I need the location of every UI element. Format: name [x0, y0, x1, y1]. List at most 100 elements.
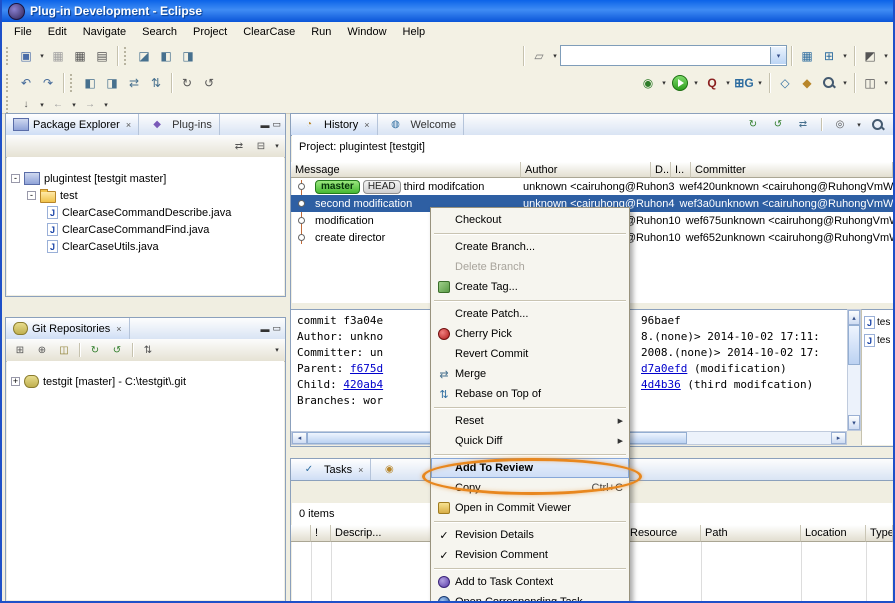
tree-item-repository[interactable]: + testgit [master] - C:\testgit\.git	[7, 373, 284, 390]
changed-file-item[interactable]: J tes	[862, 331, 894, 349]
menu-project[interactable]: Project	[185, 24, 235, 40]
history-nav-icon[interactable]: ↻	[176, 72, 198, 93]
child-commit-link[interactable]: 4d4b36	[641, 378, 681, 391]
menu-edit[interactable]: Edit	[40, 24, 75, 40]
menu-item-revert-commit[interactable]: Revert Commit	[431, 344, 629, 364]
open-perspective-icon[interactable]: ◩	[859, 45, 881, 66]
fetch-history-icon[interactable]: ↺	[767, 118, 789, 132]
new-package-icon[interactable]: ◆	[796, 72, 818, 93]
column-header-blank[interactable]	[291, 525, 311, 542]
tree-item-file[interactable]: J ClearCaseCommandFind.java	[7, 221, 284, 238]
run-dropdown-icon[interactable]: ▾	[691, 72, 701, 93]
forward-icon[interactable]: →	[79, 98, 101, 112]
maximize-icon[interactable]: ▭	[272, 323, 281, 334]
tree-item-project[interactable]: - plugintest [testgit master]	[7, 170, 284, 187]
search-dropdown-icon[interactable]: ▾	[840, 72, 850, 93]
print-icon[interactable]: ▤	[91, 45, 113, 66]
column-header-path[interactable]: Path	[701, 525, 801, 542]
menu-window[interactable]: Window	[339, 24, 394, 40]
junit-dropdown-icon[interactable]: ▾	[755, 72, 765, 93]
last-edit-location-icon[interactable]: ↓	[15, 98, 37, 112]
child-commit-link[interactable]: 420ab4	[343, 378, 383, 391]
scrollbar-thumb[interactable]	[848, 325, 860, 365]
menu-item-delete-branch[interactable]: Delete Branch	[431, 257, 629, 277]
menu-item-revision-comment[interactable]: ✓ Revision Comment	[431, 545, 629, 565]
view-menu-icon[interactable]: ▾	[272, 136, 282, 157]
title-bar[interactable]: Plug-in Development - Eclipse	[2, 0, 893, 22]
refresh-history-icon[interactable]: ↻	[742, 118, 764, 132]
update-icon[interactable]: ⇅	[145, 72, 167, 93]
link-with-editor-icon[interactable]: ⇄	[228, 139, 250, 153]
back-dropdown-icon[interactable]: ▾	[69, 94, 79, 115]
menu-item-reset[interactable]: Reset ▶	[431, 411, 629, 431]
column-header-message[interactable]: Message	[291, 162, 521, 178]
menu-help[interactable]: Help	[395, 24, 434, 40]
new-wizard-icon[interactable]: ▣	[15, 45, 37, 66]
debug-icon[interactable]: ◉	[637, 72, 659, 93]
collapse-node-icon[interactable]: -	[27, 191, 36, 200]
close-tab-icon[interactable]: ×	[116, 324, 121, 334]
column-header-priority[interactable]: !	[311, 525, 331, 542]
undo-icon[interactable]: ↶	[15, 72, 37, 93]
toolbar-grip[interactable]	[124, 47, 129, 65]
view-menu-icon[interactable]: ▾	[272, 340, 282, 361]
menu-item-open-corresponding-task[interactable]: Open Corresponding Task	[431, 592, 629, 603]
menu-item-checkout[interactable]: Checkout	[431, 210, 629, 230]
collapse-all-icon[interactable]: ⊟	[250, 139, 272, 153]
column-header-date[interactable]: D..	[651, 162, 671, 178]
redo-icon[interactable]: ↷	[37, 72, 59, 93]
combo-dropdown-icon[interactable]: ▾	[770, 47, 786, 64]
external-tools-dropdown-icon[interactable]: ▾	[881, 72, 891, 93]
scroll-up-icon[interactable]: ▴	[848, 310, 860, 325]
debug-dropdown-icon[interactable]: ▾	[659, 72, 669, 93]
last-edit-dropdown-icon[interactable]: ▾	[37, 94, 47, 115]
minimize-icon[interactable]: ▬	[260, 324, 269, 334]
clearcase-checkout-icon[interactable]: ◧	[155, 45, 177, 66]
scroll-right-icon[interactable]: ▸	[831, 432, 846, 444]
toolbar-grip[interactable]	[70, 74, 75, 92]
maximize-icon[interactable]: ▭	[272, 119, 281, 130]
menu-item-merge[interactable]: ⇄ Merge	[431, 364, 629, 384]
column-header-resource[interactable]: Resource	[626, 525, 701, 542]
tab-git-repositories[interactable]: Git Repositories ×	[6, 318, 130, 339]
close-tab-icon[interactable]: ×	[364, 120, 369, 130]
tree-item-folder-test[interactable]: - test	[7, 187, 284, 204]
refresh-repositories-icon[interactable]: ↻	[84, 343, 106, 357]
minimize-icon[interactable]: ▬	[260, 120, 269, 130]
toolbar-grip[interactable]	[6, 74, 11, 92]
compare-left-icon[interactable]: ◧	[79, 72, 101, 93]
close-tab-icon[interactable]: ×	[358, 465, 363, 475]
menu-item-create-tag[interactable]: Create Tag...	[431, 277, 629, 297]
menu-item-open-in-commit-viewer[interactable]: Open in Commit Viewer	[431, 498, 629, 518]
back-icon[interactable]: ←	[47, 98, 69, 112]
add-repository-icon[interactable]: ⊞	[9, 343, 31, 357]
tab-history[interactable]: ◔ History ×	[291, 114, 378, 135]
compare-mode-icon[interactable]: ⇄	[792, 118, 814, 132]
tab-package-explorer[interactable]: Package Explorer ×	[6, 114, 139, 135]
new-wizard-dropdown-icon[interactable]: ▾	[37, 45, 47, 66]
column-header-id[interactable]: I..	[671, 162, 691, 178]
pin-view-icon[interactable]: ◎	[829, 118, 851, 132]
menu-item-add-to-task-context[interactable]: Add to Task Context	[431, 572, 629, 592]
menu-item-create-branch[interactable]: Create Branch...	[431, 237, 629, 257]
forward-dropdown-icon[interactable]: ▾	[101, 94, 111, 115]
save-all-icon[interactable]: ▦	[69, 45, 91, 66]
menu-item-cherry-pick[interactable]: Cherry Pick	[431, 324, 629, 344]
toolbar-combo-box[interactable]: ▾	[560, 45, 787, 66]
menu-file[interactable]: File	[6, 24, 40, 40]
column-header-committer[interactable]: Committer	[691, 162, 893, 178]
tree-item-file[interactable]: J ClearCaseUtils.java	[7, 238, 284, 255]
column-header-type[interactable]: Type	[866, 525, 893, 542]
menu-item-rebase[interactable]: ⇅ Rebase on Top of	[431, 384, 629, 404]
expand-node-icon[interactable]: +	[11, 377, 20, 386]
annotation-nav-icon[interactable]: ▱	[528, 45, 550, 66]
parent-commit-link[interactable]: f675d	[350, 362, 383, 375]
menu-item-revision-details[interactable]: ✓ Revision Details	[431, 525, 629, 545]
menu-item-copy[interactable]: Copy Ctrl+C	[431, 478, 629, 498]
fetch-icon[interactable]: ↺	[106, 343, 128, 357]
save-icon[interactable]: ▦	[47, 45, 69, 66]
find-icon[interactable]	[867, 118, 889, 132]
view-dropdown-icon[interactable]: ▾	[840, 45, 850, 66]
junit-icon[interactable]: ⊞G	[733, 72, 755, 93]
menu-navigate[interactable]: Navigate	[75, 24, 134, 40]
